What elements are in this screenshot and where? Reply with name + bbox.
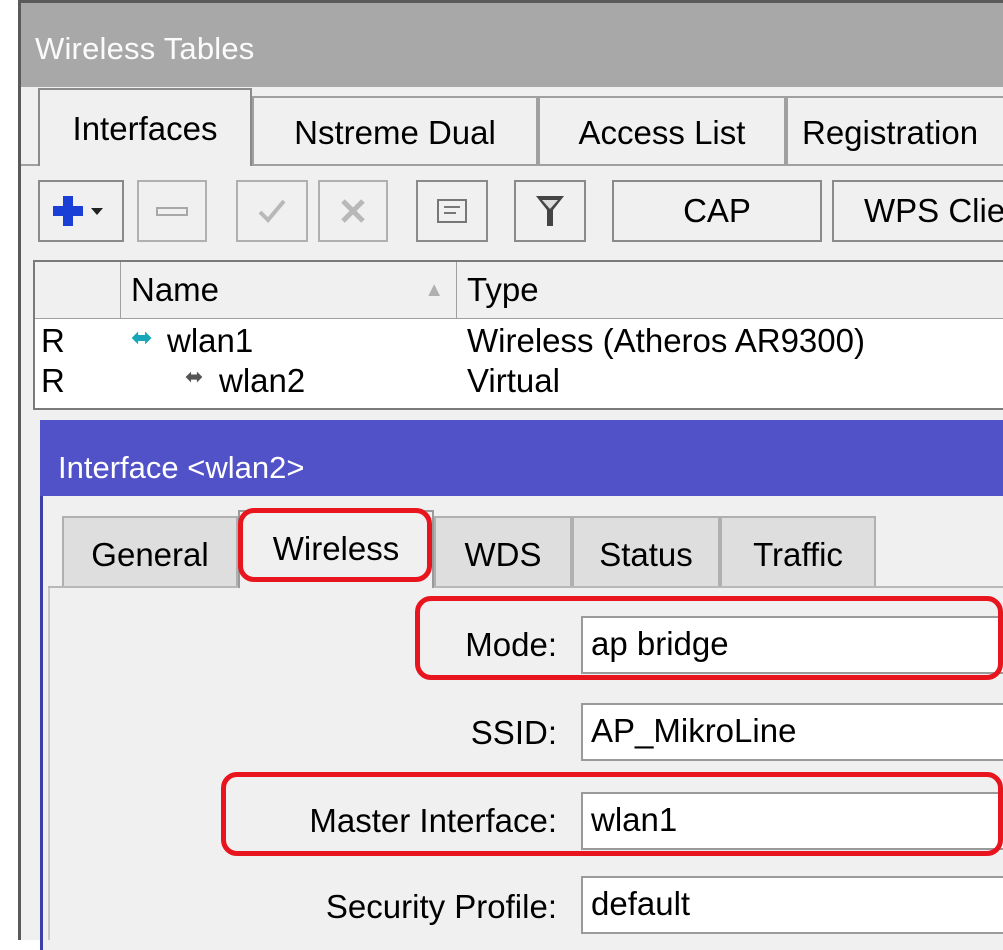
virtual-interface-icon: ⬌ xyxy=(185,364,204,389)
comment-button[interactable] xyxy=(416,180,488,242)
master-interface-label: Master Interface: xyxy=(309,802,557,839)
filter-icon xyxy=(536,196,564,226)
row-name: wlan2 xyxy=(219,362,306,399)
cap-button[interactable]: CAP xyxy=(612,180,822,242)
sort-asc-icon: ▲ xyxy=(424,279,444,301)
dialog-title-bar[interactable]: Interface <wlan2> xyxy=(40,420,1003,496)
enable-button[interactable] xyxy=(236,180,308,242)
row-flag: R xyxy=(41,362,65,399)
x-icon xyxy=(341,199,365,223)
wireless-interface-icon: ⬌ xyxy=(131,322,153,352)
tab-wds[interactable]: WDS xyxy=(434,516,572,586)
row-type: Virtual xyxy=(467,362,560,399)
row-flag: R xyxy=(41,322,65,359)
tab-access-list[interactable]: Access List xyxy=(538,96,786,164)
filter-button[interactable] xyxy=(514,180,586,242)
mode-label: Mode: xyxy=(465,626,557,663)
mode-field[interactable]: ap bridge xyxy=(581,616,1003,674)
tab-interfaces[interactable]: Interfaces xyxy=(38,88,252,166)
tab-status[interactable]: Status xyxy=(572,516,720,586)
check-icon xyxy=(258,199,286,223)
ssid-field[interactable]: AP_MikroLine xyxy=(581,703,1003,761)
table-row[interactable]: R ⬌ wlan2 Virtual xyxy=(35,362,1003,400)
disable-button[interactable] xyxy=(318,180,388,242)
row-type: Wireless (Atheros AR9300) xyxy=(467,322,865,359)
master-interface-field[interactable]: wlan1 xyxy=(581,792,1003,850)
plus-dropdown-icon xyxy=(53,196,103,226)
security-profile-field[interactable]: default xyxy=(581,876,1003,934)
dialog-title: Interface <wlan2> xyxy=(58,450,305,485)
window-title-bar[interactable]: Wireless Tables xyxy=(21,3,1003,87)
tab-traffic[interactable]: Traffic xyxy=(720,516,876,586)
comment-icon xyxy=(437,199,467,223)
column-name-label: Name xyxy=(131,271,220,308)
list-header: Name ▲ Type xyxy=(35,262,1003,319)
window-title: Wireless Tables xyxy=(35,31,255,66)
tab-registration[interactable]: Registration xyxy=(786,96,1003,164)
tab-nstreme-dual[interactable]: Nstreme Dual xyxy=(252,96,538,164)
tab-wireless[interactable]: Wireless xyxy=(238,510,434,588)
remove-button[interactable] xyxy=(137,180,207,242)
ssid-label: SSID: xyxy=(470,714,557,751)
add-button[interactable] xyxy=(38,180,124,242)
tab-general[interactable]: General xyxy=(62,516,238,586)
wps-client-button[interactable]: WPS Client xyxy=(832,180,1003,242)
minus-icon xyxy=(156,207,188,216)
row-name: wlan1 xyxy=(167,322,254,359)
column-type[interactable]: Type xyxy=(457,262,1003,318)
column-flags[interactable] xyxy=(35,262,121,318)
table-row[interactable]: R ⬌ wlan1 Wireless (Atheros AR9300) xyxy=(35,322,1003,360)
security-profile-label: Security Profile: xyxy=(325,888,557,925)
column-name[interactable]: Name ▲ xyxy=(121,262,457,318)
